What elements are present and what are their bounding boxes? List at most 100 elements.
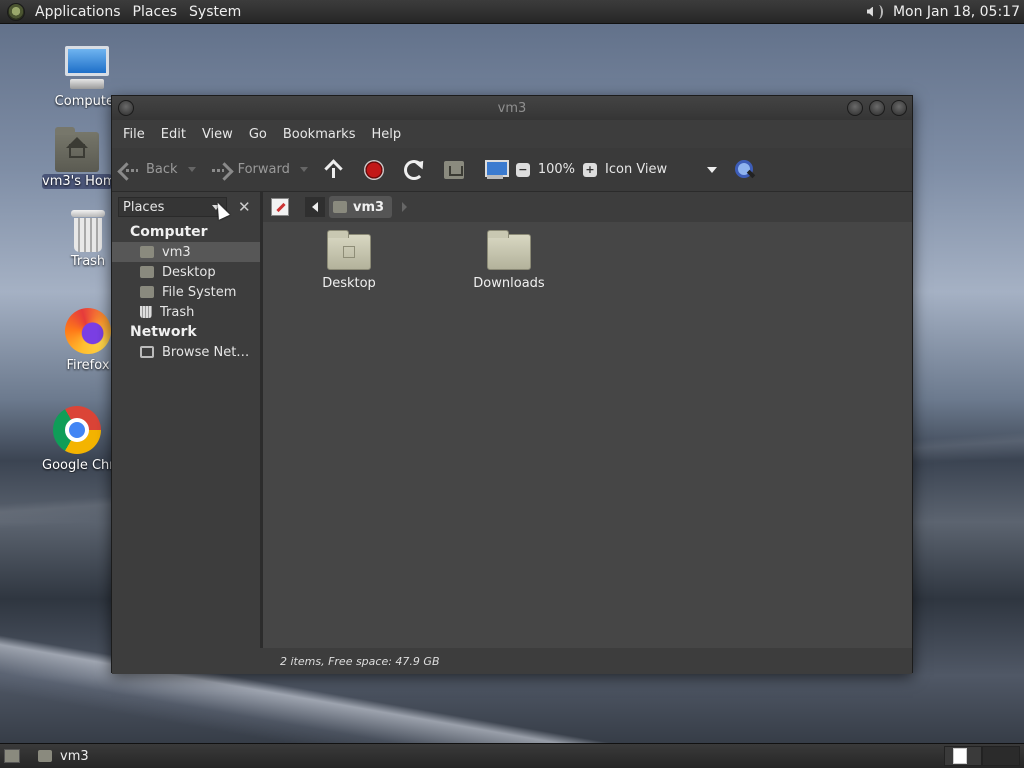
toolbar: Back Forward − 100% + Icon View	[112, 148, 912, 192]
distro-logo-icon[interactable]	[7, 2, 25, 21]
menu-bookmarks[interactable]: Bookmarks	[275, 127, 364, 142]
desktop-folder-icon	[140, 266, 154, 278]
sidebar-section-network: Network	[130, 324, 197, 340]
home-button[interactable]	[443, 160, 464, 179]
desktop-icon-home[interactable]: vm3's Home	[42, 127, 112, 189]
sidebar: Places ✕ Computer vm3 Desktop File Syste…	[112, 192, 263, 648]
home-icon	[140, 246, 154, 258]
statusbar: 2 items, Free space: 47.9 GB	[112, 648, 912, 674]
sidebar-item-browse-network[interactable]: Browse Net…	[112, 342, 260, 362]
reload-icon	[403, 159, 424, 180]
top-panel: Applications Places System Mon Jan 18, 0…	[0, 0, 1024, 24]
window-titlebar[interactable]: vm3	[112, 96, 912, 120]
edit-location-icon[interactable]	[271, 198, 289, 216]
sidebar-item-label: File System	[162, 284, 237, 300]
back-history-dropdown[interactable]	[187, 167, 196, 172]
forward-history-dropdown[interactable]	[299, 167, 308, 172]
applications-menu[interactable]: Applications	[31, 4, 129, 20]
computer-button[interactable]	[484, 159, 509, 180]
sidebar-item-vm3[interactable]: vm3	[112, 242, 260, 262]
back-label: Back	[146, 162, 178, 177]
sidebar-item-label: vm3	[162, 244, 191, 260]
zoom-level[interactable]: 100%	[538, 162, 575, 177]
sidebar-item-trash[interactable]: Trash	[112, 302, 260, 322]
up-button[interactable]	[324, 160, 344, 180]
sidebar-close-icon[interactable]: ✕	[235, 197, 254, 217]
home-icon	[38, 750, 52, 762]
zoom-in-button[interactable]: +	[583, 162, 598, 177]
back-button[interactable]: Back	[120, 162, 196, 178]
back-arrow-icon	[120, 162, 140, 178]
trash-icon	[71, 210, 105, 252]
drive-icon	[140, 286, 154, 298]
home-folder-icon	[55, 127, 99, 172]
sidebar-item-label: Browse Net…	[162, 344, 250, 360]
computer-icon	[484, 159, 509, 180]
workspace-switcher	[944, 746, 1020, 766]
menubar: File Edit View Go Bookmarks Help	[112, 120, 912, 148]
menu-edit[interactable]: Edit	[153, 127, 194, 142]
taskbar-item-label: vm3	[60, 748, 89, 764]
file-view[interactable]: Desktop Downloads	[263, 222, 912, 648]
home-icon	[443, 160, 464, 179]
places-menu[interactable]: Places	[129, 4, 186, 20]
forward-button[interactable]: Forward	[211, 162, 308, 178]
volume-icon[interactable]	[863, 2, 885, 22]
file-item-label: Desktop	[322, 276, 376, 291]
computer-icon	[62, 46, 112, 92]
main-pane: vm3 Desktop Downloads	[263, 192, 912, 648]
folder-icon	[487, 230, 531, 270]
menu-go[interactable]: Go	[241, 127, 275, 142]
view-mode-select[interactable]: Icon View	[605, 162, 718, 177]
sidebar-selector[interactable]: Places	[118, 197, 227, 217]
sidebar-item-label: Desktop	[162, 264, 216, 280]
pathbar: vm3	[263, 192, 912, 222]
sidebar-section-computer: Computer	[130, 224, 208, 240]
show-desktop-icon[interactable]	[4, 749, 20, 763]
firefox-icon	[65, 308, 111, 354]
bottom-panel: vm3	[0, 743, 1024, 768]
menu-view[interactable]: View	[194, 127, 241, 142]
window-title: vm3	[497, 100, 527, 116]
forward-arrow-icon	[211, 162, 232, 178]
up-arrow-icon	[324, 160, 344, 180]
menu-file[interactable]: File	[115, 127, 153, 142]
breadcrumb-label: vm3	[353, 199, 385, 215]
path-scroll-right-button[interactable]	[402, 202, 408, 212]
window-thumbnail	[953, 748, 967, 764]
panel-tray: Mon Jan 18, 05:17	[863, 0, 1024, 24]
desktop-icon-label: Google Chrome	[42, 458, 112, 473]
taskbar-item-vm3[interactable]: vm3	[38, 749, 89, 764]
view-mode-label: Icon View	[605, 162, 668, 177]
file-item-label: Downloads	[473, 276, 545, 291]
trash-icon	[140, 306, 152, 318]
chevron-down-icon	[707, 166, 718, 173]
stop-icon	[363, 159, 384, 180]
home-icon	[333, 201, 347, 213]
forward-label: Forward	[237, 162, 290, 177]
file-item-desktop[interactable]: Desktop	[304, 230, 394, 291]
breadcrumb-vm3[interactable]: vm3	[329, 196, 393, 218]
sidebar-selector-label: Places	[123, 199, 165, 215]
menu-help[interactable]: Help	[363, 127, 409, 142]
path-scroll-left-button[interactable]	[305, 197, 325, 217]
zoom-out-button[interactable]: −	[515, 162, 530, 177]
panel-clock[interactable]: Mon Jan 18, 05:17	[893, 4, 1024, 20]
search-icon[interactable]	[733, 159, 755, 181]
status-text: 2 items, Free space: 47.9 GB	[280, 654, 440, 668]
reload-button[interactable]	[403, 159, 424, 180]
panel-menu: Applications Places System	[0, 0, 249, 24]
stop-button[interactable]	[363, 159, 384, 180]
desktop-icon-chrome[interactable]: Google Chrome	[42, 406, 112, 473]
workspace-1[interactable]	[944, 746, 982, 766]
workspace-2[interactable]	[982, 746, 1020, 766]
sidebar-item-label: Trash	[160, 304, 195, 320]
desktop-folder-icon	[327, 230, 371, 270]
file-item-downloads[interactable]: Downloads	[464, 230, 554, 291]
network-icon	[140, 346, 154, 358]
sidebar-item-desktop[interactable]: Desktop	[112, 262, 260, 282]
file-manager-window: vm3 File Edit View Go Bookmarks Help Bac…	[111, 95, 913, 674]
system-menu[interactable]: System	[185, 4, 249, 20]
sidebar-item-file-system[interactable]: File System	[112, 282, 260, 302]
content-area: Places ✕ Computer vm3 Desktop File Syste…	[112, 192, 912, 648]
